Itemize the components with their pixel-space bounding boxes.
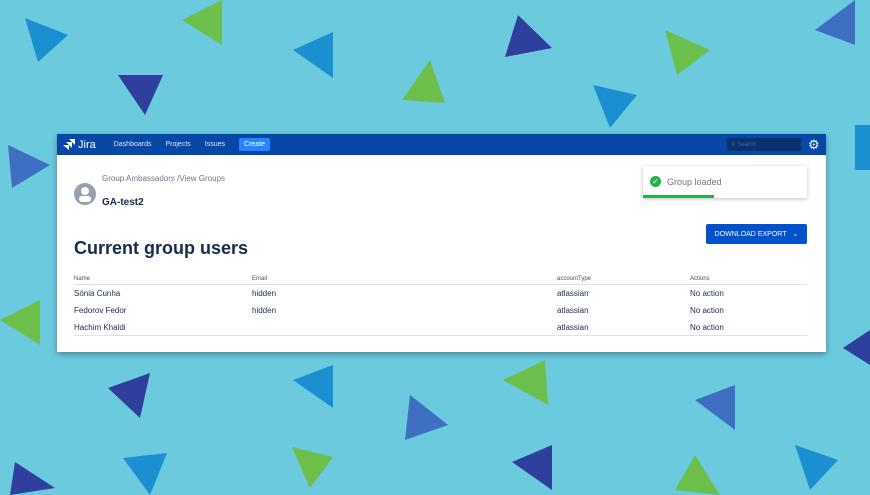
cell-account-type: atlassian (557, 288, 589, 298)
jira-window: Jira Dashboards Projects Issues Create ⚲… (57, 134, 826, 352)
gear-icon[interactable]: ⚙ (808, 137, 820, 153)
table-row: Hachim Khaldi atlassian No action (74, 319, 807, 336)
cell-name: Fedorov Fedor (74, 305, 127, 315)
table-row: Fedorov Fedor hidden atlassian No action (74, 302, 807, 319)
users-table: Name Email accountType Actions Sónia Cun… (74, 274, 807, 336)
header-email: Email (252, 276, 268, 282)
group-name: GA-test2 (102, 197, 144, 208)
cell-email: hidden (252, 288, 277, 298)
user-icon (79, 187, 91, 202)
nav-issues[interactable]: Issues (205, 141, 225, 148)
header-name: Name (74, 276, 91, 282)
cell-name: Sónia Cunha (74, 288, 121, 298)
search-placeholder: Search (737, 142, 757, 148)
cell-account-type: atlassian (557, 305, 589, 315)
toast-message: Group loaded (667, 177, 722, 187)
breadcrumb[interactable]: Group Ambassadors /View Groups (102, 174, 225, 183)
jira-logo[interactable]: Jira (63, 139, 96, 151)
top-nav: Jira Dashboards Projects Issues Create ⚲… (57, 134, 826, 155)
search-icon: ⚲ (731, 142, 736, 148)
cell-name: Hachim Khaldi (74, 322, 126, 332)
header-actions: Actions (690, 276, 710, 282)
group-avatar (74, 183, 96, 205)
cell-account-type: atlassian (557, 322, 589, 332)
table-row: Sónia Cunha hidden atlassian No action (74, 285, 807, 302)
toast-notification: ✓ Group loaded (643, 166, 807, 198)
search-input[interactable]: ⚲ Search (727, 138, 801, 151)
table-header: Name Email accountType Actions (74, 274, 807, 285)
page-title: Current group users (74, 238, 249, 258)
check-circle-icon: ✓ (650, 176, 661, 187)
nav-dashboards[interactable]: Dashboards (114, 141, 152, 148)
jira-icon (63, 139, 75, 150)
chevron-down-icon: ⌄ (792, 231, 799, 238)
cell-actions: No action (690, 305, 724, 315)
download-label: DOWNLOAD EXPORT (714, 230, 787, 238)
toast-progress-bar (643, 195, 714, 198)
nav-projects[interactable]: Projects (165, 141, 190, 148)
brand-label: Jira (78, 138, 96, 151)
cell-actions: No action (690, 288, 724, 298)
cell-email: hidden (252, 305, 277, 315)
cell-actions: No action (690, 322, 724, 332)
download-export-button[interactable]: DOWNLOAD EXPORT ⌄ (706, 224, 807, 244)
create-button[interactable]: Create (239, 138, 271, 151)
header-account-type: accountType (557, 276, 592, 282)
